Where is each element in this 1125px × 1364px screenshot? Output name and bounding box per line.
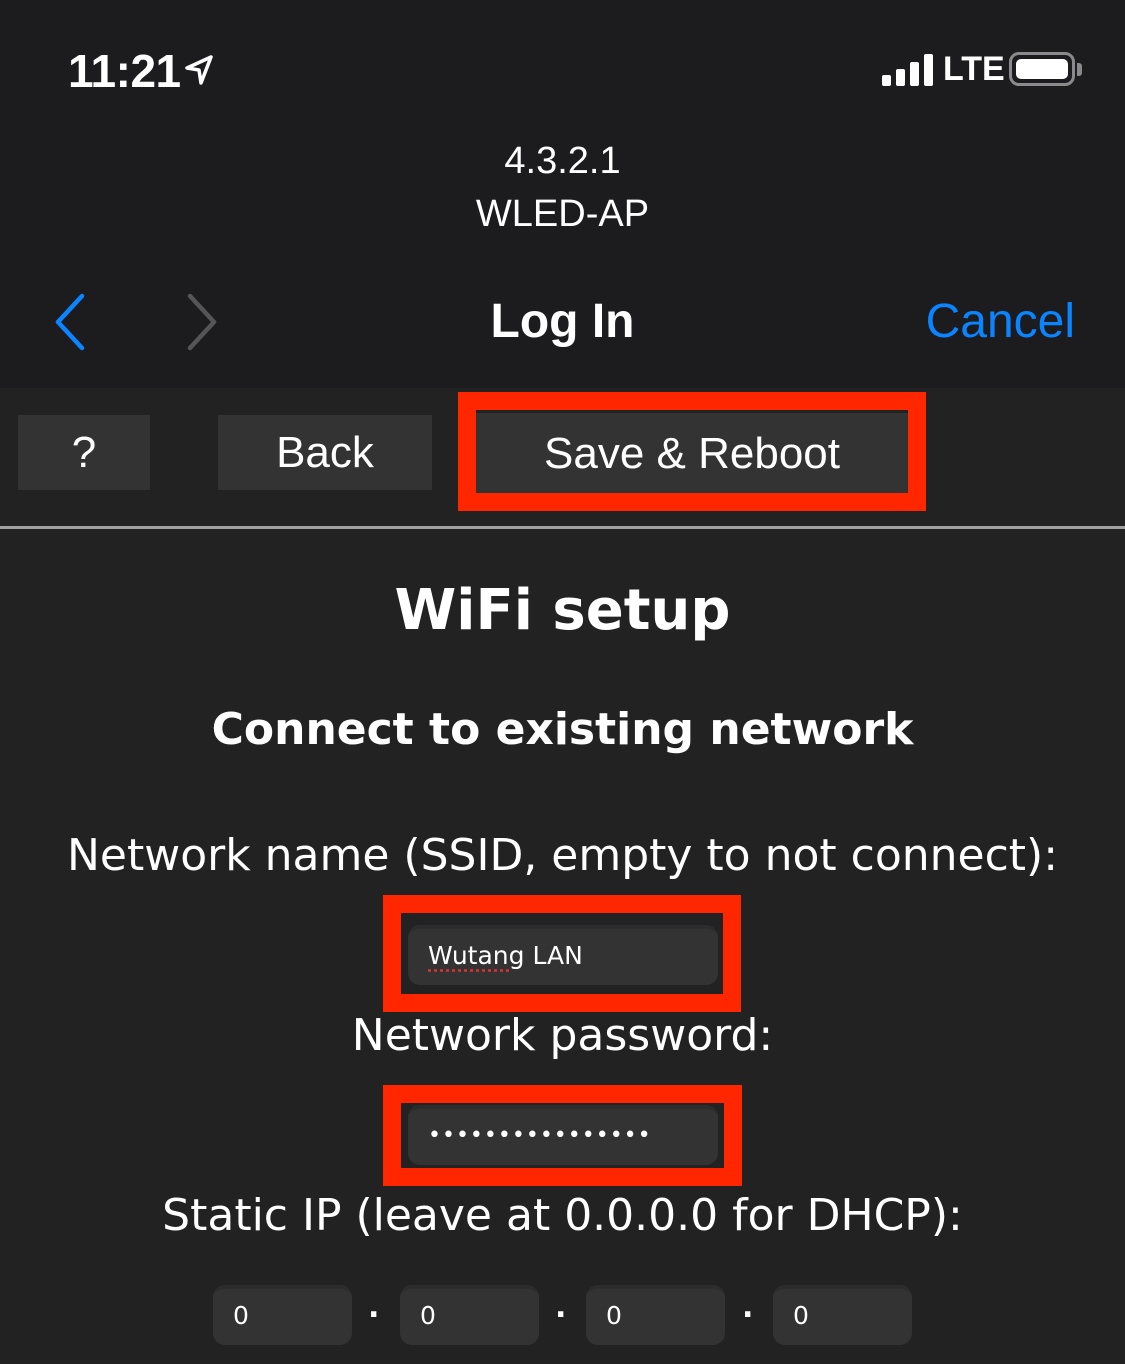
- password-mask: ••••••••••••••••: [428, 1122, 652, 1148]
- signal-bars-icon: [882, 54, 934, 86]
- status-time: 11:21: [68, 45, 181, 97]
- status-bar: 11:21 LTE: [0, 0, 1125, 130]
- static-ip-octet-1[interactable]: 0: [213, 1285, 352, 1345]
- ssid-input[interactable]: Wutang LAN: [408, 925, 718, 985]
- location-arrow-icon: [185, 55, 213, 85]
- section-title: Connect to existing network: [211, 704, 914, 755]
- back-button[interactable]: Back: [218, 415, 432, 490]
- toolbar-divider: [0, 526, 1125, 529]
- save-reboot-button[interactable]: Save & Reboot: [476, 413, 908, 494]
- ip-separator: .: [555, 1290, 567, 1325]
- ssid-label: Network name (SSID, empty to not connect…: [66, 830, 1059, 881]
- ip-separator: .: [368, 1290, 380, 1325]
- static-ip-octet-4[interactable]: 0: [773, 1285, 912, 1345]
- battery-tip: [1077, 63, 1082, 76]
- ssid-value-word-misspelled: Wutang: [428, 940, 525, 970]
- wled-toolbar: ? Back Save & Reboot: [0, 388, 1125, 526]
- password-label: Network password:: [351, 1010, 774, 1061]
- page-title: WiFi setup: [394, 578, 731, 643]
- static-ip-octet-2[interactable]: 0: [400, 1285, 539, 1345]
- login-nav-bar: Log In Cancel: [0, 280, 1125, 370]
- network-type: LTE: [943, 50, 1005, 88]
- ip-separator: .: [742, 1290, 754, 1325]
- static-ip-octet-3[interactable]: 0: [586, 1285, 725, 1345]
- cancel-button[interactable]: Cancel: [926, 294, 1075, 349]
- battery-icon: [1009, 52, 1075, 86]
- host-ip: 4.3.2.1: [504, 140, 621, 182]
- static-ip-label: Static IP (leave at 0.0.0.0 for DHCP):: [162, 1190, 963, 1241]
- host-name: WLED-AP: [475, 193, 650, 235]
- ssid-value: Wutang LAN: [428, 941, 583, 970]
- help-button[interactable]: ?: [18, 415, 150, 490]
- ssid-value-rest: LAN: [524, 940, 583, 970]
- password-input[interactable]: ••••••••••••••••: [408, 1105, 718, 1165]
